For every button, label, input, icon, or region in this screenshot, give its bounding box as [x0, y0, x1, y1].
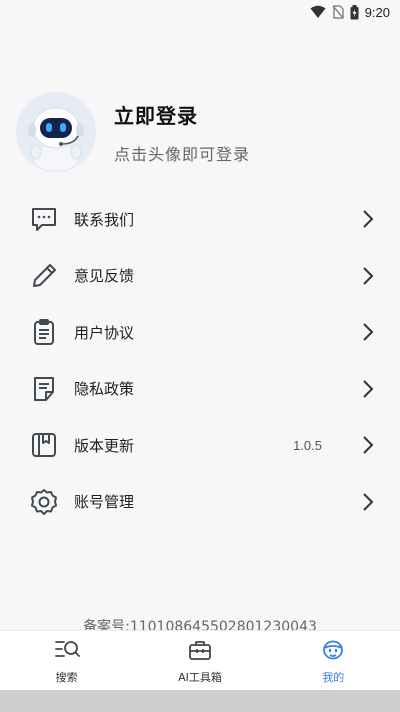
no-sim-icon [332, 5, 344, 19]
menu-item-account-management[interactable]: 账号管理 [0, 474, 400, 531]
tab-label: 搜索 [55, 670, 78, 684]
menu-item-user-agreement[interactable]: 用户协议 [0, 304, 400, 361]
menu-item-feedback[interactable]: 意见反馈 [0, 248, 400, 305]
book-icon [28, 429, 60, 461]
robot-avatar-icon [16, 92, 96, 172]
menu-item-label: 意见反馈 [74, 267, 135, 286]
tab-label: AI工具箱 [178, 670, 222, 684]
pencil-icon [28, 260, 60, 292]
menu-item-label: 隐私政策 [74, 380, 135, 399]
login-title[interactable]: 立即登录 [114, 100, 250, 129]
menu-item-label: 版本更新 [74, 436, 135, 455]
chevron-right-icon [360, 492, 376, 512]
chevron-right-icon [360, 435, 376, 455]
clipboard-icon [28, 316, 60, 348]
profile-text: 立即登录 点击头像即可登录 [114, 100, 250, 165]
tab-mine[interactable]: 我的 [267, 631, 400, 690]
menu-item-version-update[interactable]: 版本更新 1.0.5 [0, 417, 400, 474]
menu-item-contact-us[interactable]: 联系我们 [0, 191, 400, 248]
menu-item-privacy-policy[interactable]: 隐私政策 [0, 361, 400, 418]
toolbox-icon [187, 637, 213, 663]
battery-icon [350, 4, 359, 19]
tab-label: 我的 [322, 670, 345, 684]
menu-item-label: 联系我们 [74, 210, 135, 229]
document-icon [28, 373, 60, 405]
tab-ai-toolbox[interactable]: AI工具箱 [133, 631, 266, 690]
status-bar: 9:20 [0, 0, 400, 24]
status-time: 9:20 [364, 4, 390, 20]
avatar[interactable] [16, 92, 96, 172]
chevron-right-icon [360, 209, 376, 229]
menu-item-label: 用户协议 [74, 323, 135, 342]
system-navigation-bar [0, 690, 400, 712]
profile-header[interactable]: 立即登录 点击头像即可登录 [16, 92, 384, 172]
settings-menu: 联系我们 意见反馈 用户协议 隐私政策 版本更新 1.0.5 账号管理 [0, 191, 400, 530]
chevron-right-icon [360, 379, 376, 399]
chat-icon [28, 203, 60, 235]
search-list-icon [54, 637, 80, 663]
chevron-right-icon [360, 322, 376, 342]
robot-face-icon [320, 637, 346, 663]
gear-icon [28, 486, 60, 518]
tab-search[interactable]: 搜索 [0, 631, 133, 690]
wifi-icon [310, 5, 326, 18]
login-subtitle: 点击头像即可登录 [114, 144, 251, 164]
menu-item-label: 账号管理 [74, 493, 135, 512]
bottom-tab-bar: 搜索 AI工具箱 我的 [0, 630, 400, 690]
chevron-right-icon [360, 266, 376, 286]
version-number: 1.0.5 [293, 437, 322, 453]
